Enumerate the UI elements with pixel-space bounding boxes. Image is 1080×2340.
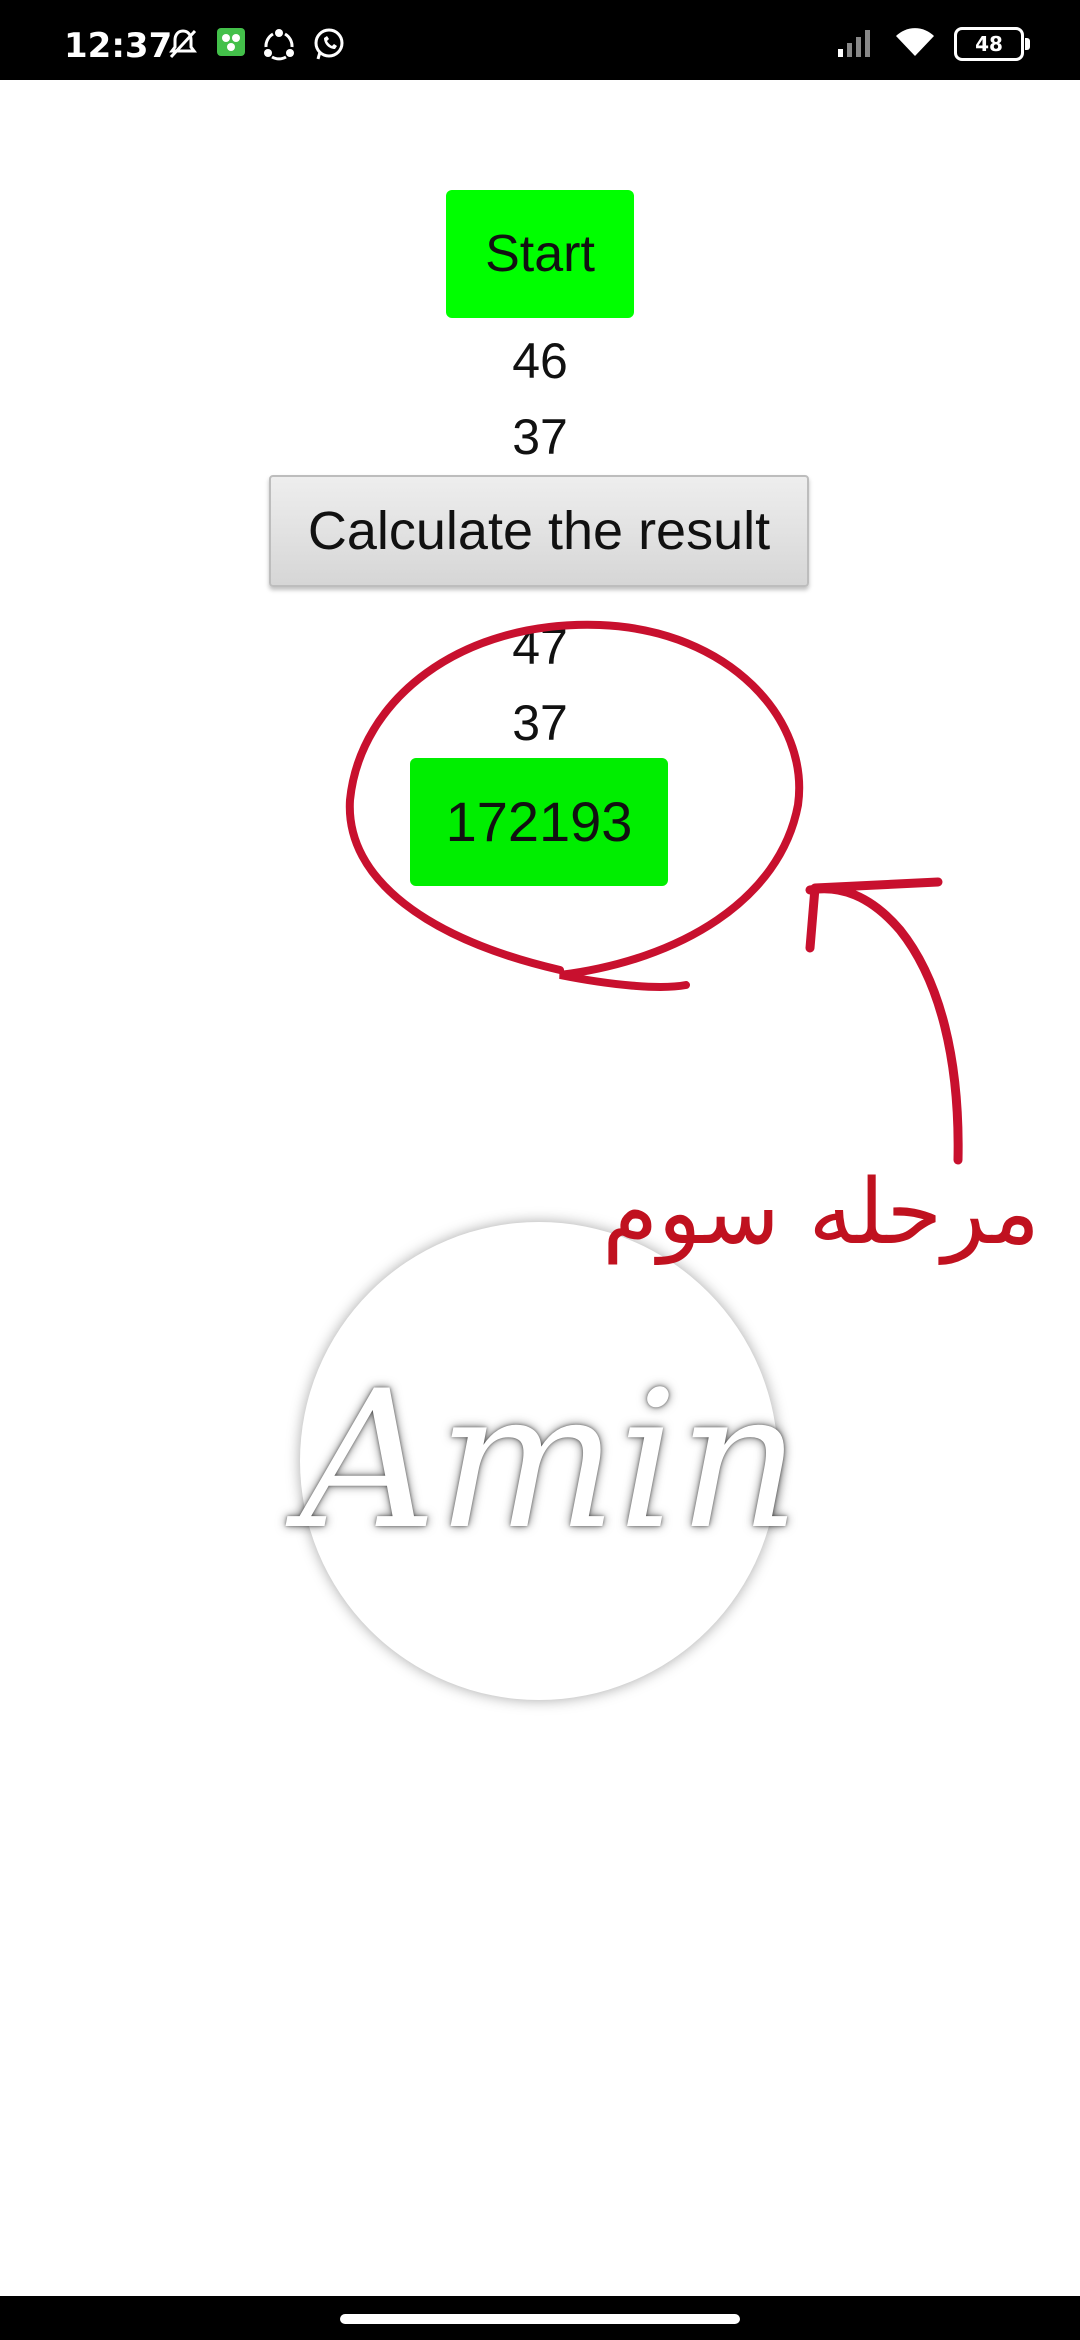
calculate-button[interactable]: Calculate the result — [269, 475, 809, 587]
battery-icon: 48 — [954, 27, 1030, 61]
number-a: 46 — [512, 333, 568, 389]
annotation-arrow-shaft — [805, 884, 963, 1165]
annotation-label: مرحله سوم — [602, 1160, 1040, 1265]
start-button[interactable]: Start — [446, 190, 634, 318]
result-display: 172193 — [410, 758, 668, 886]
whatsapp-icon — [311, 26, 347, 62]
number-d: 37 — [512, 695, 568, 751]
system-icons: 48 — [836, 24, 1030, 64]
game-icon — [215, 26, 247, 62]
share-icon — [261, 26, 297, 62]
notification-icons — [165, 26, 347, 62]
status-time: 12:37 — [64, 26, 173, 66]
status-bar: 12:37 48 — [0, 0, 1080, 80]
signal-icon — [836, 27, 876, 62]
number-b: 37 — [512, 409, 568, 465]
home-indicator[interactable] — [340, 2314, 740, 2324]
mute-icon — [165, 26, 201, 62]
number-c: 47 — [512, 619, 568, 675]
logo-text: Amin — [300, 1350, 801, 1571]
wifi-icon — [894, 26, 936, 63]
logo-badge: Amin — [300, 1222, 801, 1700]
navigation-bar — [0, 2296, 1080, 2340]
annotation-arrow-head — [805, 877, 943, 953]
